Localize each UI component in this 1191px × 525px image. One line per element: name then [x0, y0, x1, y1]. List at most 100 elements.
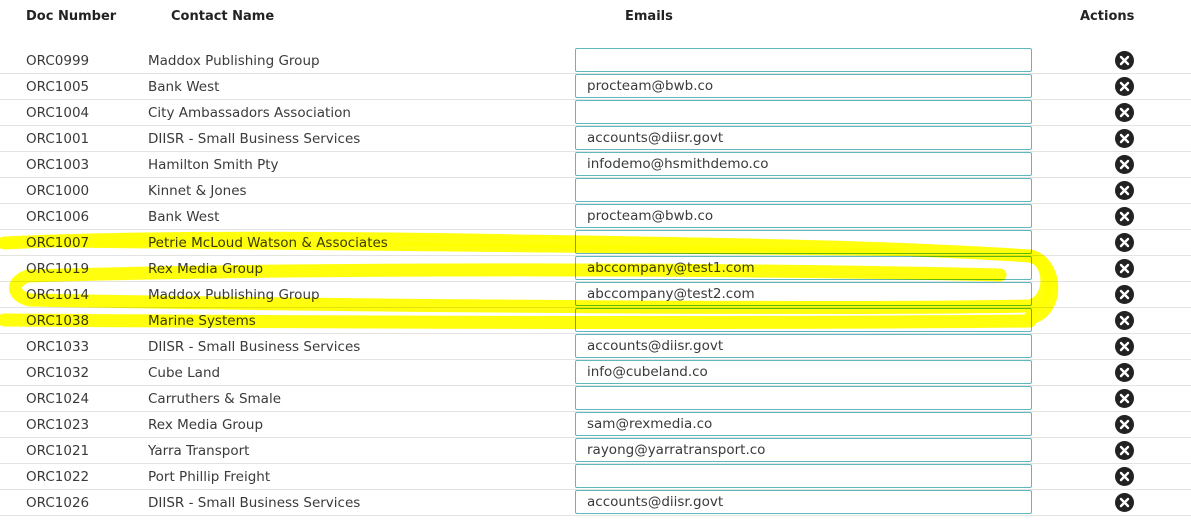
remove-row-button[interactable] — [1115, 415, 1134, 434]
remove-row-button[interactable] — [1115, 441, 1134, 460]
table-row: ORC1024 Carruthers & Smale — [0, 386, 1191, 412]
table-row: ORC0999 Maddox Publishing Group — [0, 48, 1191, 74]
contact-name-cell: Port Phillip Freight — [148, 469, 271, 485]
doc-number-cell: ORC0999 — [26, 53, 90, 69]
email-input[interactable] — [575, 360, 1032, 384]
email-input[interactable] — [575, 438, 1032, 462]
remove-row-button[interactable] — [1115, 285, 1134, 304]
doc-number-cell: ORC1026 — [26, 495, 90, 511]
contact-name-cell: Petrie McLoud Watson & Associates — [148, 235, 388, 251]
column-header-emails: Emails — [625, 9, 673, 24]
contacts-table: Doc Number Contact Name Emails Actions O… — [0, 0, 1191, 525]
remove-row-button[interactable] — [1115, 155, 1134, 174]
column-header-doc-number: Doc Number — [26, 9, 117, 24]
close-circle-icon — [1119, 211, 1130, 222]
doc-number-cell: ORC1007 — [26, 235, 90, 251]
email-input[interactable] — [575, 282, 1032, 306]
close-circle-icon — [1119, 185, 1130, 196]
close-circle-icon — [1119, 107, 1130, 118]
remove-row-button[interactable] — [1115, 311, 1134, 330]
table-row: ORC1019 Rex Media Group — [0, 256, 1191, 282]
table-row: ORC1023 Rex Media Group — [0, 412, 1191, 438]
close-circle-icon — [1119, 367, 1130, 378]
table-body: ORC0999 Maddox Publishing Group ORC1005 Ban… — [0, 48, 1191, 516]
contact-name-cell: Cube Land — [148, 365, 221, 381]
remove-row-button[interactable] — [1115, 493, 1134, 512]
table-row: ORC1014 Maddox Publishing Group — [0, 282, 1191, 308]
email-input[interactable] — [575, 126, 1032, 150]
email-input[interactable] — [575, 48, 1032, 72]
doc-number-cell: ORC1032 — [26, 365, 90, 381]
contact-name-cell: Hamilton Smith Pty — [148, 157, 279, 173]
close-circle-icon — [1119, 445, 1130, 456]
email-input[interactable] — [575, 152, 1032, 176]
doc-number-cell: ORC1024 — [26, 391, 90, 407]
table-row: ORC1021 Yarra Transport — [0, 438, 1191, 464]
email-input[interactable] — [575, 230, 1032, 254]
close-circle-icon — [1119, 419, 1130, 430]
remove-row-button[interactable] — [1115, 103, 1134, 122]
contact-name-cell: DIISR - Small Business Services — [148, 495, 361, 511]
email-input[interactable] — [575, 464, 1032, 488]
contact-name-cell: Kinnet & Jones — [148, 183, 247, 199]
contact-name-cell: Yarra Transport — [148, 443, 250, 459]
doc-number-cell: ORC1033 — [26, 339, 90, 355]
contact-name-cell: Rex Media Group — [148, 261, 264, 277]
remove-row-button[interactable] — [1115, 337, 1134, 356]
remove-row-button[interactable] — [1115, 363, 1134, 382]
contact-name-cell: DIISR - Small Business Services — [148, 339, 361, 355]
email-input[interactable] — [575, 256, 1032, 280]
doc-number-cell: ORC1004 — [26, 105, 90, 121]
close-circle-icon — [1119, 237, 1130, 248]
remove-row-button[interactable] — [1115, 51, 1134, 70]
email-input[interactable] — [575, 204, 1032, 228]
email-input[interactable] — [575, 100, 1032, 124]
remove-row-button[interactable] — [1115, 207, 1134, 226]
contact-name-cell: Rex Media Group — [148, 417, 264, 433]
email-input[interactable] — [575, 412, 1032, 436]
doc-number-cell: ORC1000 — [26, 183, 90, 199]
email-input[interactable] — [575, 386, 1032, 410]
doc-number-cell: ORC1019 — [26, 261, 90, 277]
table-row: ORC1006 Bank West — [0, 204, 1191, 230]
remove-row-button[interactable] — [1115, 129, 1134, 148]
contact-name-cell: Marine Systems — [148, 313, 256, 329]
table-row: ORC1032 Cube Land — [0, 360, 1191, 386]
remove-row-button[interactable] — [1115, 259, 1134, 278]
email-input[interactable] — [575, 308, 1032, 332]
table-row: ORC1004 City Ambassadors Association — [0, 100, 1191, 126]
contact-name-cell: Maddox Publishing Group — [148, 53, 320, 69]
email-input[interactable] — [575, 490, 1032, 514]
table-row: ORC1038 Marine Systems — [0, 308, 1191, 334]
email-input[interactable] — [575, 74, 1032, 98]
doc-number-cell: ORC1005 — [26, 79, 90, 95]
close-circle-icon — [1119, 133, 1130, 144]
doc-number-cell: ORC1021 — [26, 443, 90, 459]
column-header-actions: Actions — [1080, 9, 1135, 24]
email-input[interactable] — [575, 178, 1032, 202]
table-row: ORC1000 Kinnet & Jones — [0, 178, 1191, 204]
table-row: ORC1003 Hamilton Smith Pty — [0, 152, 1191, 178]
close-circle-icon — [1119, 81, 1130, 92]
remove-row-button[interactable] — [1115, 181, 1134, 200]
close-circle-icon — [1119, 341, 1130, 352]
remove-row-button[interactable] — [1115, 389, 1134, 408]
email-input[interactable] — [575, 334, 1032, 358]
remove-row-button[interactable] — [1115, 233, 1134, 252]
remove-row-button[interactable] — [1115, 467, 1134, 486]
remove-row-button[interactable] — [1115, 77, 1134, 96]
doc-number-cell: ORC1001 — [26, 131, 90, 147]
close-circle-icon — [1119, 315, 1130, 326]
close-circle-icon — [1119, 471, 1130, 482]
table-row: ORC1033 DIISR - Small Business Services — [0, 334, 1191, 360]
column-header-contact-name: Contact Name — [171, 9, 275, 24]
close-circle-icon — [1119, 263, 1130, 274]
contact-name-cell: DIISR - Small Business Services — [148, 131, 361, 147]
doc-number-cell: ORC1003 — [26, 157, 90, 173]
table-row: ORC1022 Port Phillip Freight — [0, 464, 1191, 490]
close-circle-icon — [1119, 393, 1130, 404]
close-circle-icon — [1119, 289, 1130, 300]
close-circle-icon — [1119, 497, 1130, 508]
table-row: ORC1005 Bank West — [0, 74, 1191, 100]
table-row: ORC1007 Petrie McLoud Watson & Associates — [0, 230, 1191, 256]
